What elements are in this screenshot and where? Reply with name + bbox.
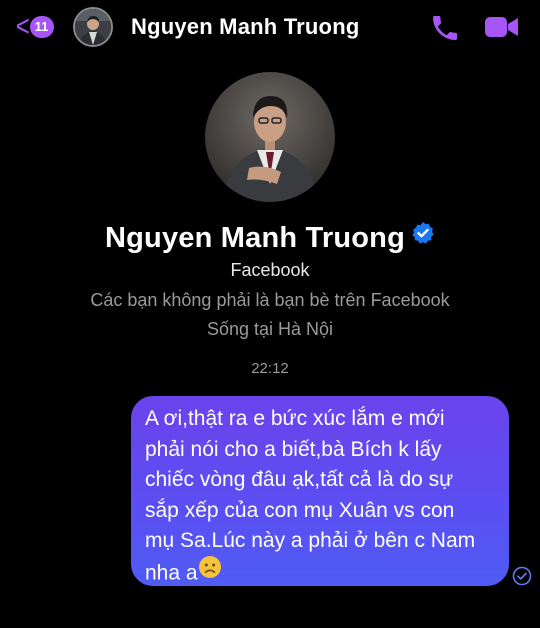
profile-name-row: Nguyen Manh Truong bbox=[0, 220, 540, 256]
message-line: phải nói cho a biết,bà Bích k lấy bbox=[145, 437, 442, 461]
seen-check-icon bbox=[512, 566, 532, 591]
avatar[interactable] bbox=[73, 7, 113, 47]
profile-location: Sống tại Hà Nội bbox=[206, 319, 334, 339]
message-timestamp: 22:12 bbox=[251, 360, 289, 377]
profile-platform: Facebook bbox=[230, 260, 310, 280]
message-line: nha a bbox=[145, 560, 198, 584]
back-chevron-icon: < bbox=[15, 10, 30, 43]
message-line: chiếc vòng đâu ạk,tất cả là do sự bbox=[145, 468, 454, 491]
frowning-face-icon bbox=[198, 555, 222, 589]
message-line: sắp xếp của con mụ Xuân vs con bbox=[145, 498, 455, 522]
friend-status-note: Các bạn không phải là bạn bè trên Facebo… bbox=[90, 290, 450, 310]
message-line: A ơi,thật ra e bức xúc lắm e mới bbox=[145, 407, 445, 430]
video-camera-icon[interactable] bbox=[484, 14, 520, 45]
contact-name[interactable]: Nguyen Manh Truong bbox=[131, 14, 359, 40]
profile-photo[interactable] bbox=[205, 72, 335, 202]
message-last-line: nha a bbox=[145, 555, 495, 591]
sent-message-bubble[interactable]: A ơi,thật ra e bức xúc lắm e mới phải nó… bbox=[131, 396, 509, 586]
profile-name: Nguyen Manh Truong bbox=[104, 222, 406, 254]
unread-count-badge: 11 bbox=[29, 16, 54, 38]
back-button[interactable]: < 11 bbox=[14, 12, 54, 42]
message-line: mụ Sa.Lúc này a phải ở bên c Nam bbox=[145, 529, 476, 552]
verified-badge-icon bbox=[411, 220, 435, 253]
chat-header: < 11 Nguyen Manh Truong bbox=[0, 0, 540, 58]
phone-icon[interactable] bbox=[429, 12, 461, 49]
